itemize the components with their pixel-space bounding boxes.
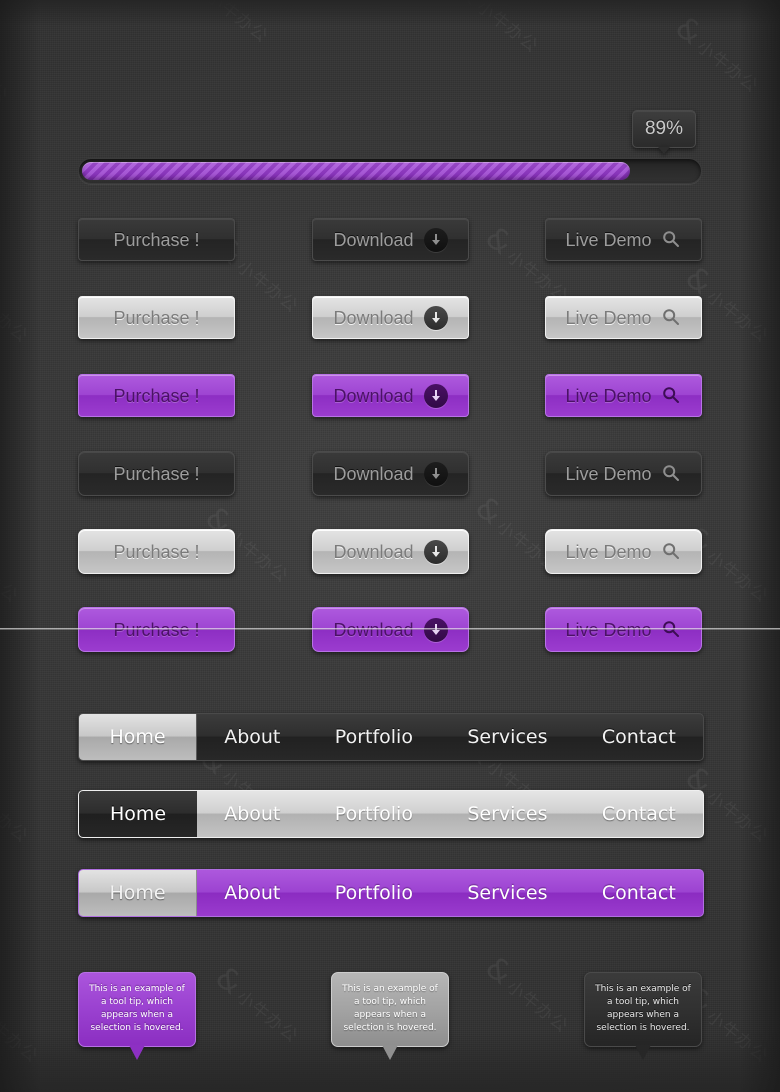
nav-item-contact[interactable]: Contact — [575, 870, 703, 916]
nav-item-portfolio[interactable]: Portfolio — [308, 870, 441, 916]
search-icon — [662, 386, 682, 406]
nav-item-home[interactable]: Home — [79, 791, 197, 837]
download-button-silver-square[interactable]: Download — [312, 296, 469, 339]
download-button-dark-rounded[interactable]: Download — [312, 451, 469, 496]
top-vignette — [0, 0, 780, 26]
tooltip-text: This is an example of a tool tip, which … — [342, 984, 438, 1034]
nav-item-contact[interactable]: Contact — [575, 714, 703, 760]
nav-item-label: Home — [109, 803, 167, 825]
download-button-purple-square[interactable]: Download — [312, 374, 469, 417]
purchase-button-silver-rounded[interactable]: Purchase ! — [78, 529, 235, 574]
nav-item-services[interactable]: Services — [440, 714, 575, 760]
tooltip-dark: This is an example of a tool tip, which … — [584, 972, 702, 1061]
download-arrow-icon — [423, 227, 448, 252]
download-arrow-icon — [423, 539, 448, 564]
progress-bar-widget: 89% — [78, 110, 702, 190]
navbar-dark-bar: Home About Portfolio Services Contact — [78, 713, 704, 761]
live-demo-button-silver-square[interactable]: Live Demo — [545, 296, 702, 339]
nav-item-portfolio[interactable]: Portfolio — [308, 714, 441, 760]
nav-item-about[interactable]: About — [197, 870, 308, 916]
watermark-text: &小牛办公 — [0, 786, 32, 848]
nav-item-label: About — [224, 803, 281, 825]
live-demo-button-label: Live Demo — [565, 541, 652, 562]
purchase-button-purple-square[interactable]: Purchase ! — [78, 374, 235, 417]
nav-item-home[interactable]: Home — [79, 870, 197, 916]
progress-percent-label: 89% — [644, 118, 684, 139]
download-button-label: Download — [333, 463, 414, 484]
download-button-label: Download — [333, 385, 414, 406]
nav-item-home[interactable]: Home — [79, 714, 197, 760]
download-button-label: Download — [333, 229, 414, 250]
watermark-text: &小牛办公 — [0, 286, 32, 348]
nav-item-label: Services — [467, 726, 548, 748]
tooltip-purple: This is an example of a tool tip, which … — [78, 972, 196, 1061]
live-demo-button-label: Live Demo — [565, 385, 652, 406]
watermark-text: &小牛办公 — [0, 1006, 42, 1068]
purchase-button-dark-square[interactable]: Purchase ! — [78, 218, 235, 261]
purchase-button-label: Purchase ! — [113, 229, 200, 250]
navbar-purple-bar: Home About Portfolio Services Contact — [78, 869, 704, 917]
section-divider — [0, 628, 780, 630]
purchase-button-dark-rounded[interactable]: Purchase ! — [78, 451, 235, 496]
live-demo-button-dark-rounded[interactable]: Live Demo — [545, 451, 702, 496]
nav-item-services[interactable]: Services — [440, 870, 575, 916]
live-demo-button-silver-rounded[interactable]: Live Demo — [545, 529, 702, 574]
download-button-silver-rounded[interactable]: Download — [312, 529, 469, 574]
purchase-button-label: Purchase ! — [113, 463, 200, 484]
nav-item-contact[interactable]: Contact — [575, 791, 703, 837]
nav-item-portfolio[interactable]: Portfolio — [308, 791, 441, 837]
search-icon — [662, 542, 682, 562]
progress-percent-badge: 89% — [632, 110, 696, 148]
watermark-text: &小牛办公 — [478, 950, 572, 1038]
nav-item-services[interactable]: Services — [440, 791, 575, 837]
search-icon — [662, 464, 682, 484]
search-icon — [662, 308, 682, 328]
watermark-text: &小牛办公 — [448, 0, 542, 58]
watermark-text: &小牛办公 — [208, 960, 302, 1048]
nav-item-label: Portfolio — [334, 726, 413, 748]
download-arrow-icon — [423, 383, 448, 408]
tooltip-text: This is an example of a tool tip, which … — [89, 984, 185, 1034]
watermark-text: &小牛办公 — [0, 46, 12, 108]
nav-item-label: Portfolio — [334, 803, 413, 825]
ui-kit-canvas: &小牛办公&小牛办公&小牛办公&小牛办公&小牛办公&小牛办公&小牛办公&小牛办公… — [0, 0, 780, 1092]
nav-item-label: Contact — [601, 726, 676, 748]
tooltip-text: This is an example of a tool tip, which … — [595, 984, 691, 1034]
live-demo-button-dark-square[interactable]: Live Demo — [545, 218, 702, 261]
nav-item-label: Contact — [601, 803, 676, 825]
nav-item-label: Home — [109, 882, 166, 904]
watermark-text: &小牛办公 — [178, 0, 272, 48]
nav-item-label: About — [224, 882, 281, 904]
nav-item-label: About — [224, 726, 281, 748]
progress-track[interactable] — [78, 158, 702, 184]
download-button-label: Download — [333, 307, 414, 328]
purchase-button-label: Purchase ! — [113, 541, 200, 562]
live-demo-button-purple-square[interactable]: Live Demo — [545, 374, 702, 417]
download-button-dark-square[interactable]: Download — [312, 218, 469, 261]
nav-item-about[interactable]: About — [197, 791, 308, 837]
nav-item-label: Contact — [601, 882, 676, 904]
right-vignette — [740, 0, 780, 1092]
live-demo-button-label: Live Demo — [565, 229, 652, 250]
live-demo-button-label: Live Demo — [565, 307, 652, 328]
tooltip-silver: This is an example of a tool tip, which … — [331, 972, 449, 1061]
watermark-text: &小牛办公 — [668, 10, 762, 98]
download-arrow-icon — [423, 461, 448, 486]
nav-item-label: Portfolio — [334, 882, 413, 904]
search-icon — [662, 230, 682, 250]
progress-fill — [82, 162, 631, 180]
left-vignette — [0, 0, 40, 1092]
navbar-silver-bar: Home About Portfolio Services Contact — [78, 790, 704, 838]
nav-item-label: Home — [109, 726, 166, 748]
nav-item-label: Services — [467, 803, 548, 825]
watermark-text: &小牛办公 — [0, 546, 22, 608]
nav-item-label: Services — [467, 882, 548, 904]
download-button-label: Download — [333, 541, 414, 562]
live-demo-button-label: Live Demo — [565, 463, 652, 484]
purchase-button-label: Purchase ! — [113, 385, 200, 406]
purchase-button-silver-square[interactable]: Purchase ! — [78, 296, 235, 339]
nav-item-about[interactable]: About — [197, 714, 308, 760]
download-arrow-icon — [423, 305, 448, 330]
purchase-button-label: Purchase ! — [113, 307, 200, 328]
